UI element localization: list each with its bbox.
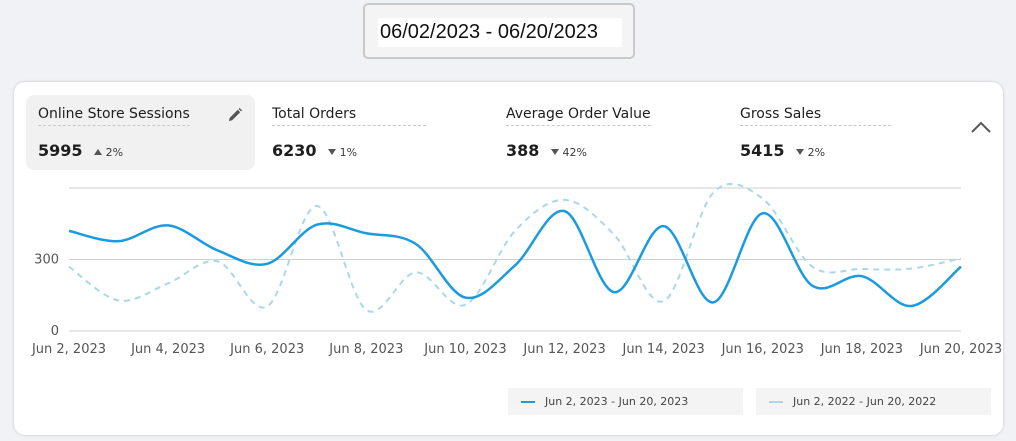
x-tick-label: Jun 10, 2023 [423, 342, 506, 357]
x-tick-label: Jun 20, 2023 [919, 342, 1002, 357]
x-tick-label: Jun 12, 2023 [522, 342, 605, 357]
legend-item-current[interactable]: Jun 2, 2023 - Jun 20, 2023 [508, 388, 743, 415]
legend-label-current: Jun 2, 2023 - Jun 20, 2023 [545, 395, 689, 408]
series-line-current [68, 209, 962, 308]
series-line-previous [68, 182, 962, 313]
legend-swatch-current [521, 401, 535, 403]
legend-swatch-previous [769, 401, 783, 403]
date-range-input[interactable]: 06/02/2023 - 06/20/2023 [378, 18, 622, 47]
x-tick-label: Jun 16, 2023 [721, 342, 804, 357]
x-tick-label: Jun 6, 2023 [229, 342, 304, 357]
y-tick-label: 0 [51, 324, 59, 339]
x-tick-label: Jun 8, 2023 [328, 342, 403, 357]
x-tick-label: Jun 18, 2023 [820, 342, 903, 357]
date-range-picker[interactable]: 06/02/2023 - 06/20/2023 [363, 3, 635, 59]
legend-item-previous[interactable]: Jun 2, 2022 - Jun 20, 2022 [756, 388, 991, 415]
y-tick-label: 300 [34, 253, 59, 268]
x-tick-label: Jun 14, 2023 [621, 342, 704, 357]
sessions-line-chart: 0 300 Jun 2, 2023 Jun 4, 2023 Jun 6, 2023 Jun… [31, 182, 1002, 357]
x-tick-label: Jun 2, 2023 [31, 342, 106, 357]
x-tick-label: Jun 4, 2023 [130, 342, 205, 357]
legend-label-previous: Jun 2, 2022 - Jun 20, 2022 [793, 395, 937, 408]
analytics-card: Online Store Sessions 5995 2% Total Orde… [14, 82, 1003, 435]
